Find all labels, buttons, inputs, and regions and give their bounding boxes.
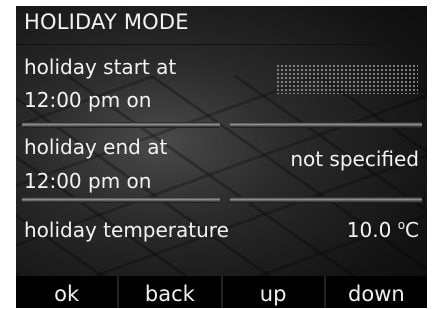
display-screen: HOLIDAY MODE holiday start at 12:00 pm o… bbox=[16, 6, 427, 308]
softkey-bar: ok back up down bbox=[16, 276, 427, 308]
holiday-temperature-value[interactable]: 10.0 oC bbox=[347, 218, 419, 242]
back-button[interactable]: back bbox=[117, 276, 220, 308]
temperature-unit: C bbox=[405, 218, 419, 242]
holiday-temperature-label: holiday temperature bbox=[24, 218, 229, 242]
row2-divider-left bbox=[22, 197, 220, 203]
ok-button[interactable]: ok bbox=[16, 276, 117, 308]
title-divider bbox=[16, 44, 427, 45]
degree-symbol: o bbox=[397, 218, 406, 232]
row1-divider-left bbox=[22, 122, 220, 128]
holiday-end-label-line1: holiday end at bbox=[24, 135, 168, 159]
row1-divider-right bbox=[230, 122, 422, 128]
up-button[interactable]: up bbox=[220, 276, 324, 308]
down-button[interactable]: down bbox=[323, 276, 427, 308]
holiday-start-date-placeholder[interactable] bbox=[276, 64, 418, 94]
row2-divider-right bbox=[230, 197, 422, 203]
holiday-end-value[interactable]: not specified bbox=[290, 147, 419, 171]
holiday-start-label-line1: holiday start at bbox=[24, 55, 177, 79]
temperature-number: 10.0 bbox=[346, 218, 392, 242]
page-title: HOLIDAY MODE bbox=[24, 10, 189, 34]
holiday-end-label-line2: 12:00 pm on bbox=[24, 169, 152, 193]
holiday-start-label-line2: 12:00 pm on bbox=[24, 88, 152, 112]
